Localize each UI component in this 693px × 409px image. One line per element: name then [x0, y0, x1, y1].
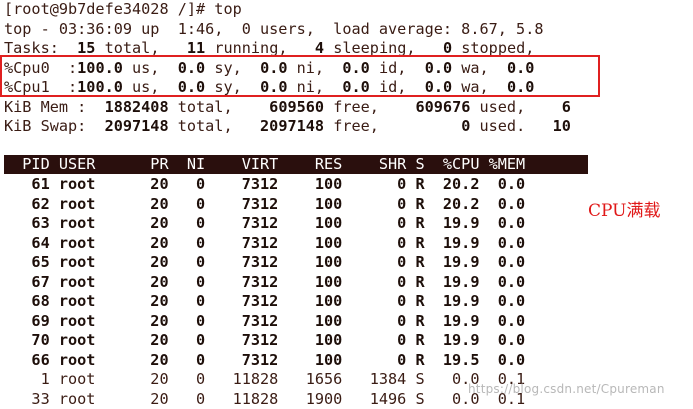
cpu-full-annotation: CPU满载	[588, 201, 661, 221]
process-row: 66 root 20 0 7312 100 0 R 19.5 0.0	[4, 350, 526, 369]
stat-value: 1882408	[95, 97, 169, 116]
stat-value: 6	[543, 97, 571, 116]
stat-value: 609676	[397, 97, 471, 116]
process-row: 68 root 20 0 7312 100 0 R 19.9 0.0	[4, 292, 526, 310]
stat-value: 0	[397, 117, 471, 135]
top-summary-line: top - 03:36:09 up 1:46, 0 users, load av…	[4, 19, 544, 38]
process-row: 65 root 20 0 7312 100 0 R 19.9 0.0	[4, 253, 526, 271]
stat-label: free,	[324, 117, 398, 135]
stat-value: 2097148	[95, 117, 169, 135]
process-row: 64 root 20 0 7312 100 0 R 19.9 0.0	[4, 233, 526, 252]
stat-value: 609560	[250, 97, 325, 116]
stat-label: total,	[168, 97, 251, 116]
stat-label: total,	[168, 117, 251, 135]
process-row: 69 root 20 0 7312 100 0 R 19.9 0.0	[4, 311, 526, 330]
process-row: 67 root 20 0 7312 100 0 R 19.9 0.0	[4, 272, 526, 291]
cpu-highlight-box	[0, 55, 600, 97]
stat-label: free,	[324, 97, 398, 116]
mem-line: KiB Mem : 1882408 total, 609560 free, 60…	[4, 98, 571, 118]
process-table-header: PID USER PR NI VIRT RES SHR S %CPU %MEM	[4, 155, 588, 174]
process-row: 63 root 20 0 7312 100 0 R 19.9 0.0	[4, 214, 526, 232]
stat-label: KiB Swap:	[4, 117, 96, 135]
process-row: 33 root 20 0 11828 1900 1496 S 0.0 0.1	[4, 389, 526, 408]
process-row: 62 root 20 0 7312 100 0 R 20.2 0.0	[4, 194, 526, 213]
stat-label: used.	[470, 117, 544, 135]
stat-value: 2097148	[250, 117, 325, 135]
process-row: 1 root 20 0 11828 1656 1384 S 0.0 0.1	[4, 370, 526, 388]
stat-value: 10	[543, 117, 571, 135]
swap-line: KiB Swap: 2097148 total, 2097148 free, 0…	[4, 117, 571, 137]
stat-label: used,	[470, 97, 544, 116]
prompt-line: [root@9b7defe34028 /]# top	[4, 0, 242, 18]
process-row: 70 root 20 0 7312 100 0 R 19.9 0.0	[4, 331, 526, 349]
process-row: 61 root 20 0 7312 100 0 R 20.2 0.0	[4, 175, 526, 193]
stat-label: KiB Mem :	[4, 97, 96, 116]
watermark: https://blog.csdn.net/Cpureman	[468, 382, 665, 396]
